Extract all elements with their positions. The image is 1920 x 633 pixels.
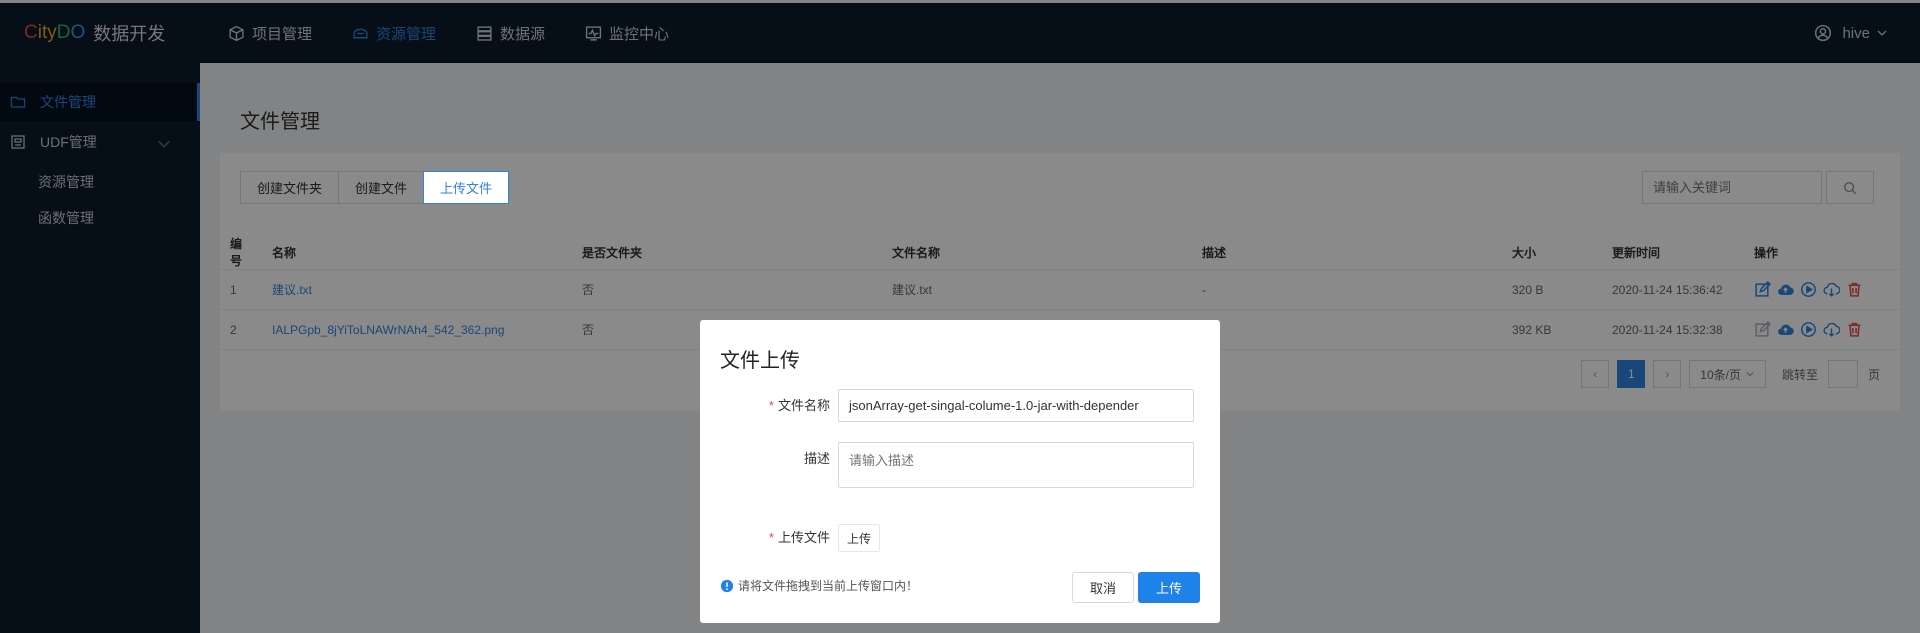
- upload-file-button[interactable]: 上传文件: [423, 171, 510, 204]
- upload-file-label-text: 上传文件: [777, 530, 830, 545]
- modal-title: 文件上传: [720, 350, 800, 372]
- confirm-upload-button[interactable]: 上传: [1138, 572, 1200, 603]
- description-row: 描述: [720, 442, 1200, 488]
- file-name-input[interactable]: jsonArray-get-singal-colume-1.0-jar-with…: [838, 389, 1194, 422]
- file-name-row: * 文件名称 jsonArray-get-singal-colume-1.0-ja…: [720, 389, 1200, 422]
- choose-file-button[interactable]: 上传: [838, 524, 881, 552]
- file-name-label: * 文件名称: [720, 389, 838, 422]
- info-icon: [720, 579, 734, 592]
- required-marker: *: [768, 398, 774, 413]
- drag-tip-text: 请将文件拖拽到当前上传窗口内！: [738, 579, 919, 593]
- drag-tip: 请将文件拖拽到当前上传窗口内！: [720, 577, 918, 594]
- file-name-label-text: 文件名称: [777, 398, 830, 413]
- description-label: 描述: [803, 451, 830, 466]
- required-marker: *: [768, 530, 774, 545]
- upload-file-row: * 上传文件 上传: [720, 521, 1200, 554]
- cancel-button[interactable]: 取消: [1072, 572, 1134, 603]
- description-input[interactable]: [838, 442, 1194, 488]
- upload-file-label: * 上传文件: [720, 521, 838, 554]
- upload-modal: 文件上传 * 文件名称 jsonArray-get-singal-colume-1…: [700, 320, 1220, 623]
